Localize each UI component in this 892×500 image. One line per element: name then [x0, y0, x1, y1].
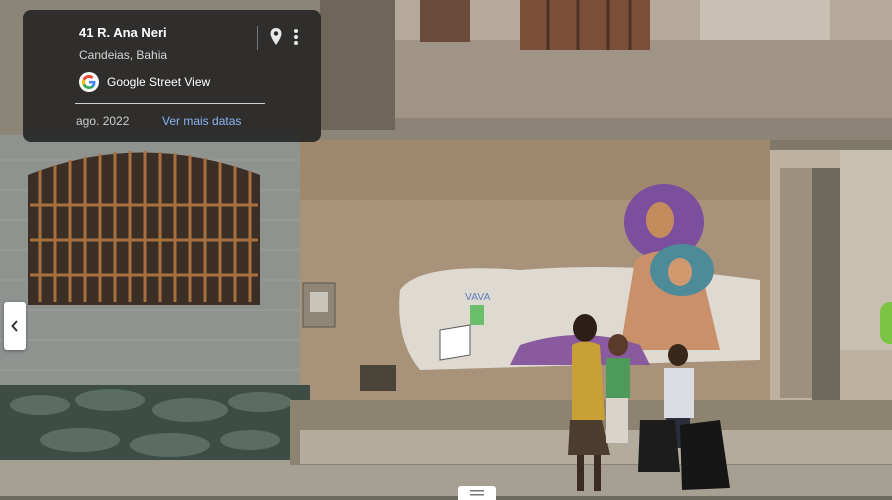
- pan-left-button[interactable]: [4, 302, 26, 350]
- capture-date: ago. 2022: [76, 114, 130, 128]
- map-pin-icon[interactable]: [268, 27, 284, 47]
- city-label: Candeias, Bahia: [79, 48, 168, 62]
- address-title: 41 R. Ana Neri: [79, 25, 167, 40]
- pegman-button[interactable]: [880, 302, 892, 344]
- more-vert-icon[interactable]: [291, 27, 301, 47]
- more-dates-link[interactable]: Ver mais datas: [162, 114, 241, 128]
- svg-text:VAVA: VAVA: [465, 292, 491, 303]
- street-view-info-card: 41 R. Ana Neri Candeias, Bahia Google St…: [23, 10, 321, 142]
- divider-horizontal: [75, 103, 265, 104]
- chevron-left-icon: [11, 320, 18, 332]
- bottom-menu-handle[interactable]: [458, 486, 496, 500]
- provider-label: Google Street View: [107, 75, 211, 89]
- provider-row: Google Street View: [79, 72, 210, 92]
- google-logo-icon: [79, 72, 99, 92]
- divider-vertical: [257, 26, 258, 50]
